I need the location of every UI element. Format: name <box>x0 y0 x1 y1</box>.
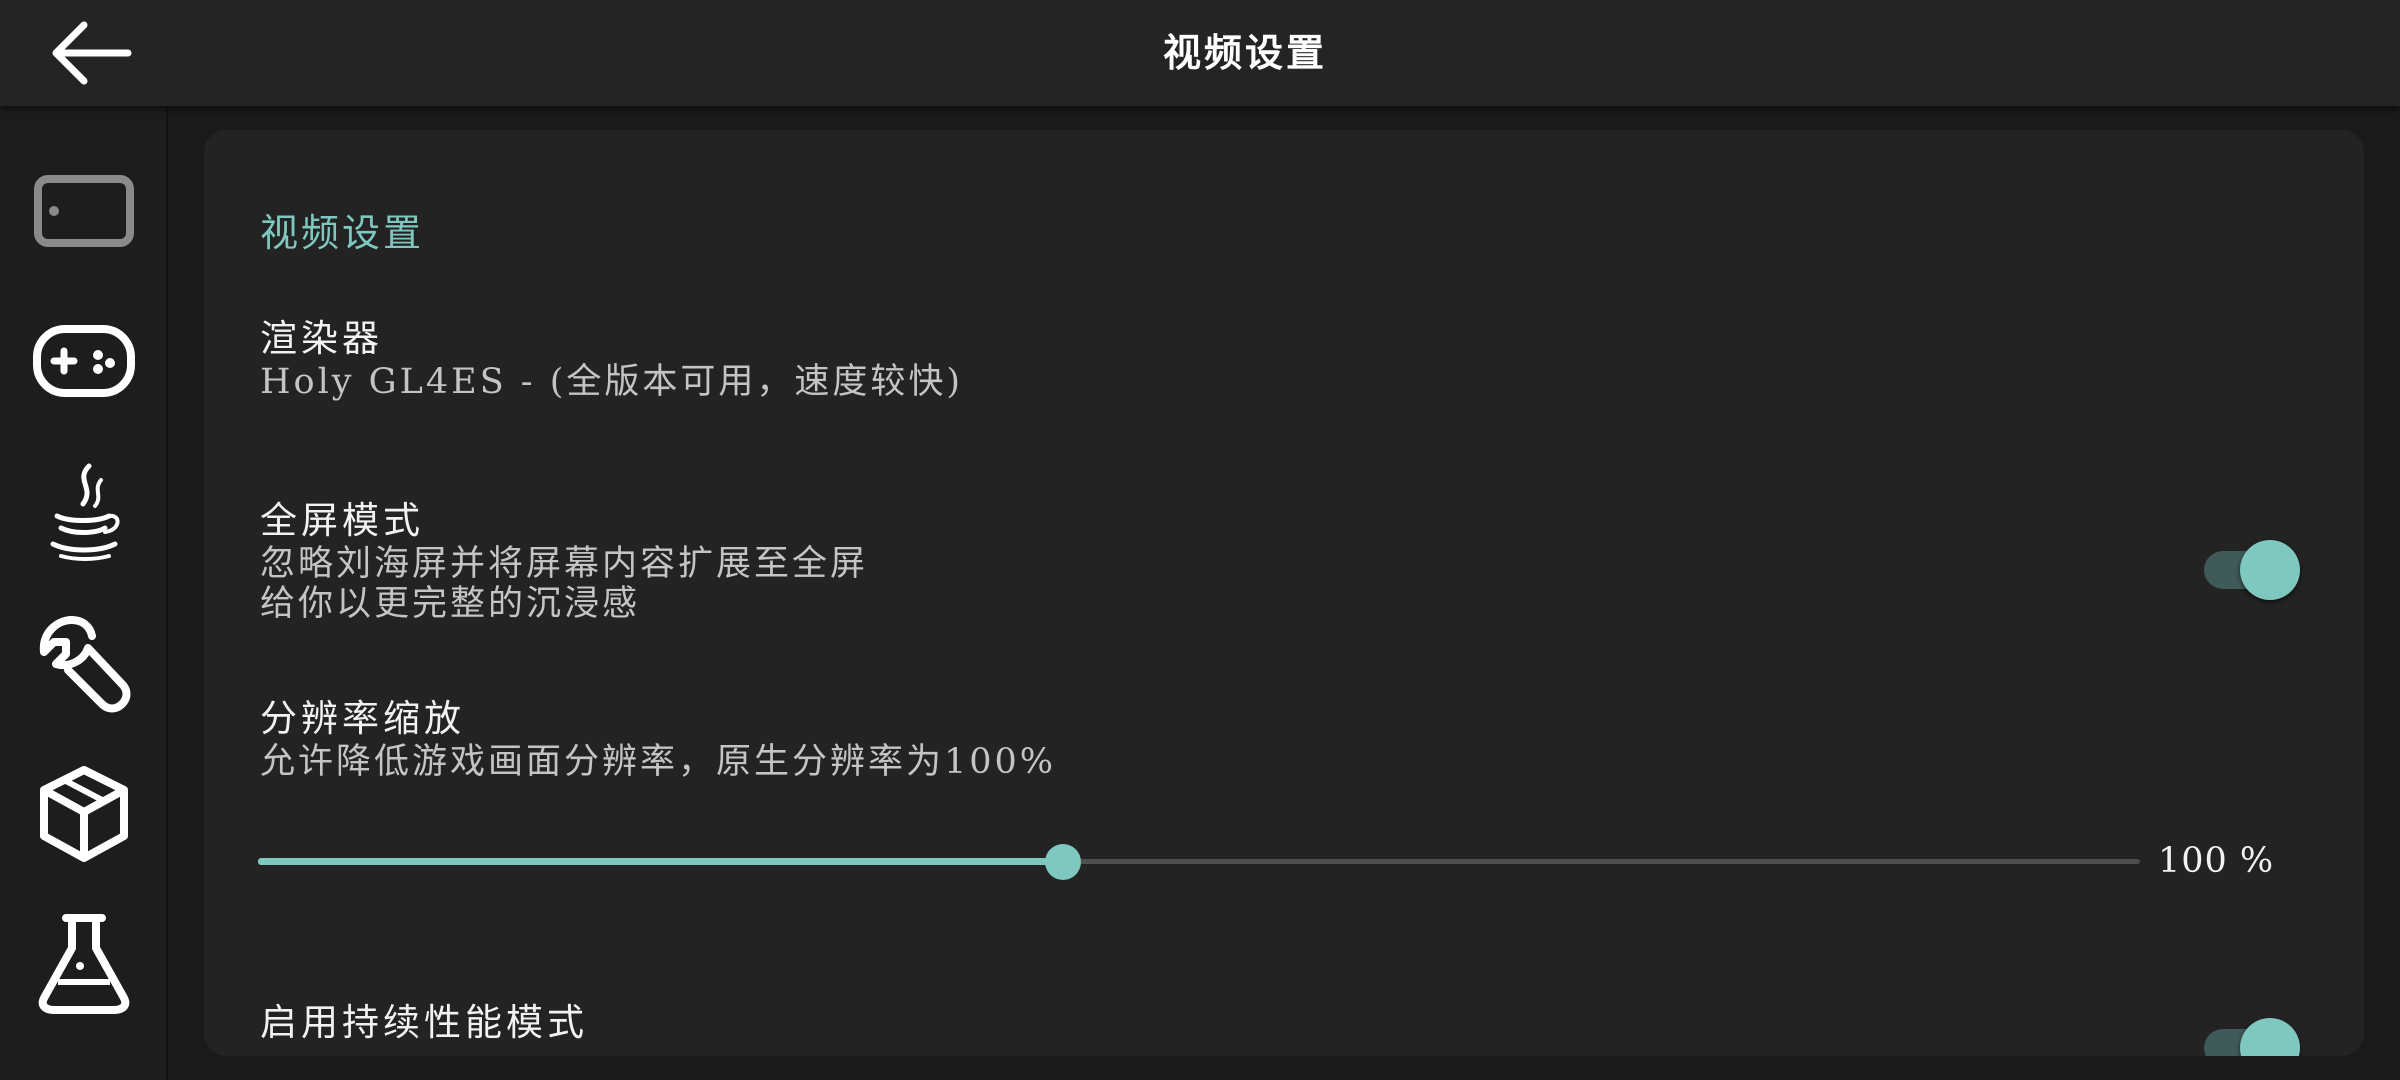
toggle-thumb <box>2240 1018 2300 1056</box>
java-icon <box>50 463 120 561</box>
settings-card: 视频设置 渲染器 Holy GL4ES - (全版本可用，速度较快) 全屏模式 … <box>204 130 2364 1056</box>
resolution-preference[interactable]: 分辨率缩放 允许降低游戏画面分辨率，原生分辨率为100% <box>260 697 2308 783</box>
wrench-icon <box>39 616 131 713</box>
sidebar-item-experimental[interactable] <box>22 902 146 1026</box>
sidebar-item-display[interactable] <box>22 151 146 275</box>
fullscreen-toggle[interactable] <box>2204 534 2300 600</box>
fullscreen-summary-line1: 忽略刘海屏并将屏幕内容扩展至全屏 <box>260 544 869 584</box>
fullscreen-preference[interactable]: 全屏模式 忽略刘海屏并将屏幕内容扩展至全屏 给你以更完整的沉浸感 <box>260 499 2308 625</box>
fullscreen-title: 全屏模式 <box>260 499 424 542</box>
slider-thumb[interactable] <box>1045 844 1082 880</box>
sustained-performance-preference[interactable]: 启用持续性能模式 <box>260 1002 2308 1044</box>
renderer-title: 渲染器 <box>260 317 383 360</box>
gamepad-icon <box>33 325 135 397</box>
fullscreen-summary-line2: 给你以更完整的沉浸感 <box>260 584 641 624</box>
sidebar-item-java[interactable] <box>22 451 146 575</box>
toggle-thumb <box>2240 540 2300 600</box>
sustained-performance-title: 启用持续性能模式 <box>260 1001 588 1044</box>
resolution-title: 分辨率缩放 <box>260 697 465 740</box>
renderer-preference[interactable]: 渲染器 Holy GL4ES - (全版本可用，速度较快) <box>260 317 2308 403</box>
sidebar-item-mods[interactable] <box>22 752 146 876</box>
top-app-bar: 视频设置 <box>0 0 2400 106</box>
sidebar-item-controls[interactable] <box>22 301 146 425</box>
renderer-summary: Holy GL4ES - (全版本可用，速度较快) <box>260 362 964 402</box>
sidebar-item-tools[interactable] <box>22 602 146 726</box>
page-title: 视频设置 <box>1162 30 1327 75</box>
flask-icon <box>38 914 130 1014</box>
resolution-summary: 允许降低游戏画面分辨率，原生分辨率为100% <box>260 742 1057 782</box>
package-icon <box>40 766 128 862</box>
resolution-slider[interactable] <box>258 836 2140 886</box>
resolution-value: 100 % <box>2158 841 2275 881</box>
section-header: 视频设置 <box>260 211 425 255</box>
slider-fill <box>258 858 1064 865</box>
tablet-icon <box>34 175 134 247</box>
sustained-performance-toggle[interactable] <box>2204 1012 2300 1056</box>
category-sidebar <box>0 106 168 1080</box>
